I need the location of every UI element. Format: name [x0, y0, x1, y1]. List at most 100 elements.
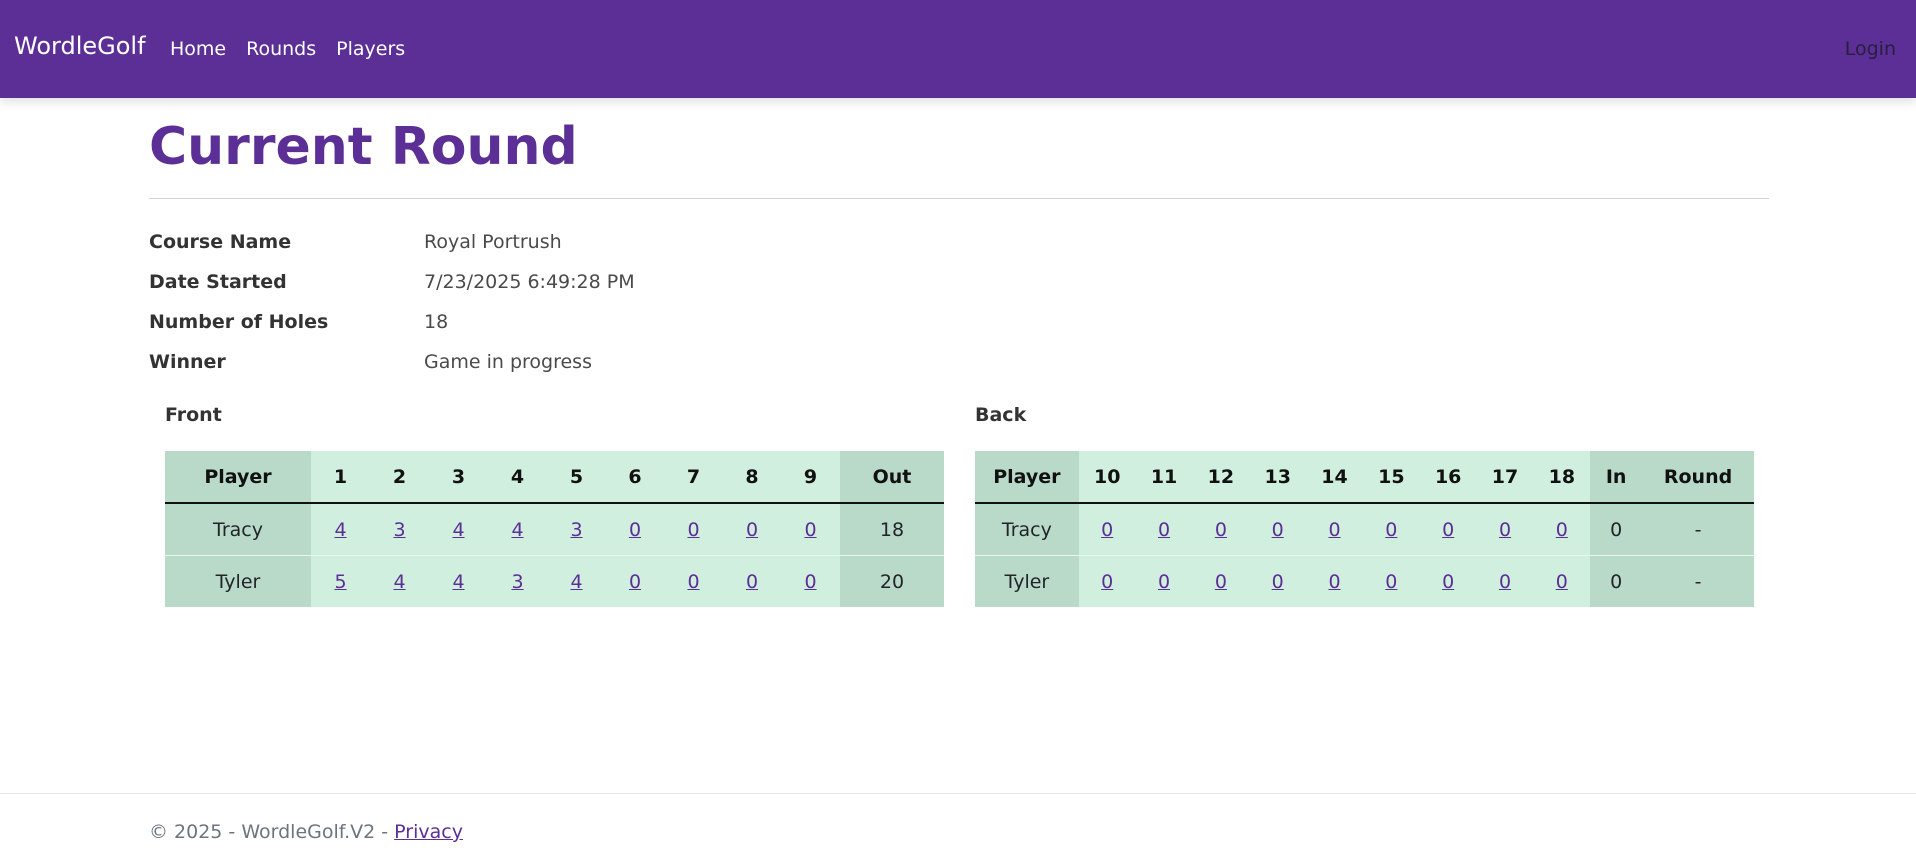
in-total: 0: [1590, 555, 1643, 607]
col-header-hole-12: 12: [1192, 451, 1250, 504]
col-header-hole-9: 9: [781, 451, 840, 504]
round-total: -: [1642, 503, 1754, 556]
hole-score-link[interactable]: 0: [1272, 571, 1284, 593]
hole-score-link[interactable]: 0: [1328, 571, 1340, 593]
login-link[interactable]: Login: [1845, 38, 1896, 60]
hole-score-link[interactable]: 4: [334, 519, 346, 541]
detail-winner: Winner Game in progress: [149, 342, 635, 382]
hole-score-link[interactable]: 3: [393, 519, 405, 541]
hole-score-link[interactable]: 0: [1158, 571, 1170, 593]
hole-score-link[interactable]: 0: [629, 519, 641, 541]
col-header-round: Round: [1642, 451, 1754, 504]
hole-score-link[interactable]: 0: [1385, 571, 1397, 593]
hole-score-link[interactable]: 0: [1499, 519, 1511, 541]
hole-score-link[interactable]: 0: [1328, 519, 1340, 541]
col-header-hole-14: 14: [1306, 451, 1363, 504]
front-nine-label: Front: [165, 404, 222, 426]
hole-score-link[interactable]: 0: [1101, 519, 1113, 541]
detail-date-started: Date Started 7/23/2025 6:49:28 PM: [149, 262, 635, 302]
hole-score-link[interactable]: 0: [1385, 519, 1397, 541]
col-header-player: Player: [975, 451, 1079, 504]
page-title: Current Round: [149, 117, 578, 177]
hole-score-link[interactable]: 4: [570, 571, 582, 593]
hole-score-link[interactable]: 0: [1442, 571, 1454, 593]
footer: © 2025 - WordleGolf.V2 - Privacy: [149, 821, 463, 843]
hole-score-link[interactable]: 0: [1215, 571, 1227, 593]
detail-number-of-holes: Number of Holes 18: [149, 302, 635, 342]
hole-score-link[interactable]: 0: [1556, 571, 1568, 593]
hole-score-link[interactable]: 0: [1215, 519, 1227, 541]
detail-label: Winner: [149, 351, 226, 373]
col-header-player: Player: [165, 451, 311, 504]
front-header-row: Player 1 2 3 4 5 6 7 8 9 Out: [165, 451, 944, 504]
detail-course-name: Course Name Royal Portrush: [149, 222, 635, 262]
hole-score-link[interactable]: 0: [1272, 519, 1284, 541]
hole-score-link[interactable]: 4: [511, 519, 523, 541]
hole-score-link[interactable]: 0: [629, 571, 641, 593]
detail-value: 7/23/2025 6:49:28 PM: [424, 271, 635, 293]
nav-link-home[interactable]: Home: [170, 38, 226, 60]
detail-label: Course Name: [149, 231, 292, 253]
col-header-hole-7: 7: [664, 451, 723, 504]
player-name: Tyler: [165, 555, 311, 607]
hole-score-link[interactable]: 0: [687, 519, 699, 541]
title-divider: [149, 198, 1769, 199]
back-nine-label: Back: [975, 404, 1027, 426]
col-header-hole-13: 13: [1249, 451, 1307, 504]
hole-score-link[interactable]: 0: [1556, 519, 1568, 541]
detail-value: Royal Portrush: [424, 231, 562, 253]
col-header-hole-6: 6: [606, 451, 664, 504]
col-header-hole-1: 1: [311, 451, 370, 504]
hole-score-link[interactable]: 4: [452, 571, 464, 593]
col-header-hole-15: 15: [1362, 451, 1420, 504]
col-header-hole-17: 17: [1476, 451, 1534, 504]
back-header-row: Player 10 11 12 13 14 15 16 17 18 In Rou…: [975, 451, 1754, 504]
col-header-hole-10: 10: [1078, 451, 1136, 504]
footer-divider: [0, 793, 1916, 794]
detail-label: Date Started: [149, 271, 287, 293]
hole-score-link[interactable]: 5: [334, 571, 346, 593]
round-total: -: [1642, 555, 1754, 607]
hole-score-link[interactable]: 0: [1442, 519, 1454, 541]
hole-score-link[interactable]: 0: [746, 519, 758, 541]
table-row: Tracy 4 3 4 4 3 0 0 0 0 18: [165, 503, 944, 556]
hole-score-link[interactable]: 0: [746, 571, 758, 593]
player-name: Tyler: [975, 555, 1079, 607]
detail-value: 18: [424, 311, 449, 333]
col-header-hole-16: 16: [1419, 451, 1477, 504]
hole-score-link[interactable]: 4: [393, 571, 405, 593]
player-name: Tracy: [975, 503, 1079, 556]
hole-score-link[interactable]: 0: [1499, 571, 1511, 593]
hole-score-link[interactable]: 0: [804, 519, 816, 541]
hole-score-link[interactable]: 3: [570, 519, 582, 541]
col-header-hole-11: 11: [1135, 451, 1193, 504]
col-header-hole-4: 4: [488, 451, 547, 504]
col-header-hole-18: 18: [1533, 451, 1591, 504]
front-nine-scorecard: Player 1 2 3 4 5 6 7 8 9 Out Tracy 4 3 4…: [165, 451, 944, 607]
in-total: 0: [1590, 503, 1643, 556]
table-row: Tracy 0 0 0 0 0 0 0 0 0 0 -: [975, 503, 1754, 556]
hole-score-link[interactable]: 3: [511, 571, 523, 593]
col-header-hole-3: 3: [429, 451, 488, 504]
col-header-hole-2: 2: [370, 451, 429, 504]
hole-score-link[interactable]: 4: [452, 519, 464, 541]
privacy-link[interactable]: Privacy: [394, 821, 463, 843]
detail-label: Number of Holes: [149, 311, 329, 333]
hole-score-link[interactable]: 0: [1101, 571, 1113, 593]
table-row: Tyler 5 4 4 3 4 0 0 0 0 20: [165, 555, 944, 607]
col-header-in: In: [1590, 451, 1643, 504]
brand-link[interactable]: WordleGolf: [14, 32, 146, 60]
nav-link-players[interactable]: Players: [336, 38, 405, 60]
col-header-hole-8: 8: [723, 451, 781, 504]
hole-score-link[interactable]: 0: [1158, 519, 1170, 541]
table-row: Tyler 0 0 0 0 0 0 0 0 0 0 -: [975, 555, 1754, 607]
top-navbar: WordleGolf Home Rounds Players Login: [0, 0, 1916, 98]
hole-score-link[interactable]: 0: [687, 571, 699, 593]
col-header-out: Out: [840, 451, 944, 504]
footer-copyright: © 2025 - WordleGolf.V2 -: [149, 821, 395, 843]
detail-value: Game in progress: [424, 351, 592, 373]
nav-link-rounds[interactable]: Rounds: [246, 38, 316, 60]
round-details: Course Name Royal Portrush Date Started …: [149, 222, 635, 382]
hole-score-link[interactable]: 0: [804, 571, 816, 593]
back-nine-scorecard: Player 10 11 12 13 14 15 16 17 18 In Rou…: [975, 451, 1754, 607]
